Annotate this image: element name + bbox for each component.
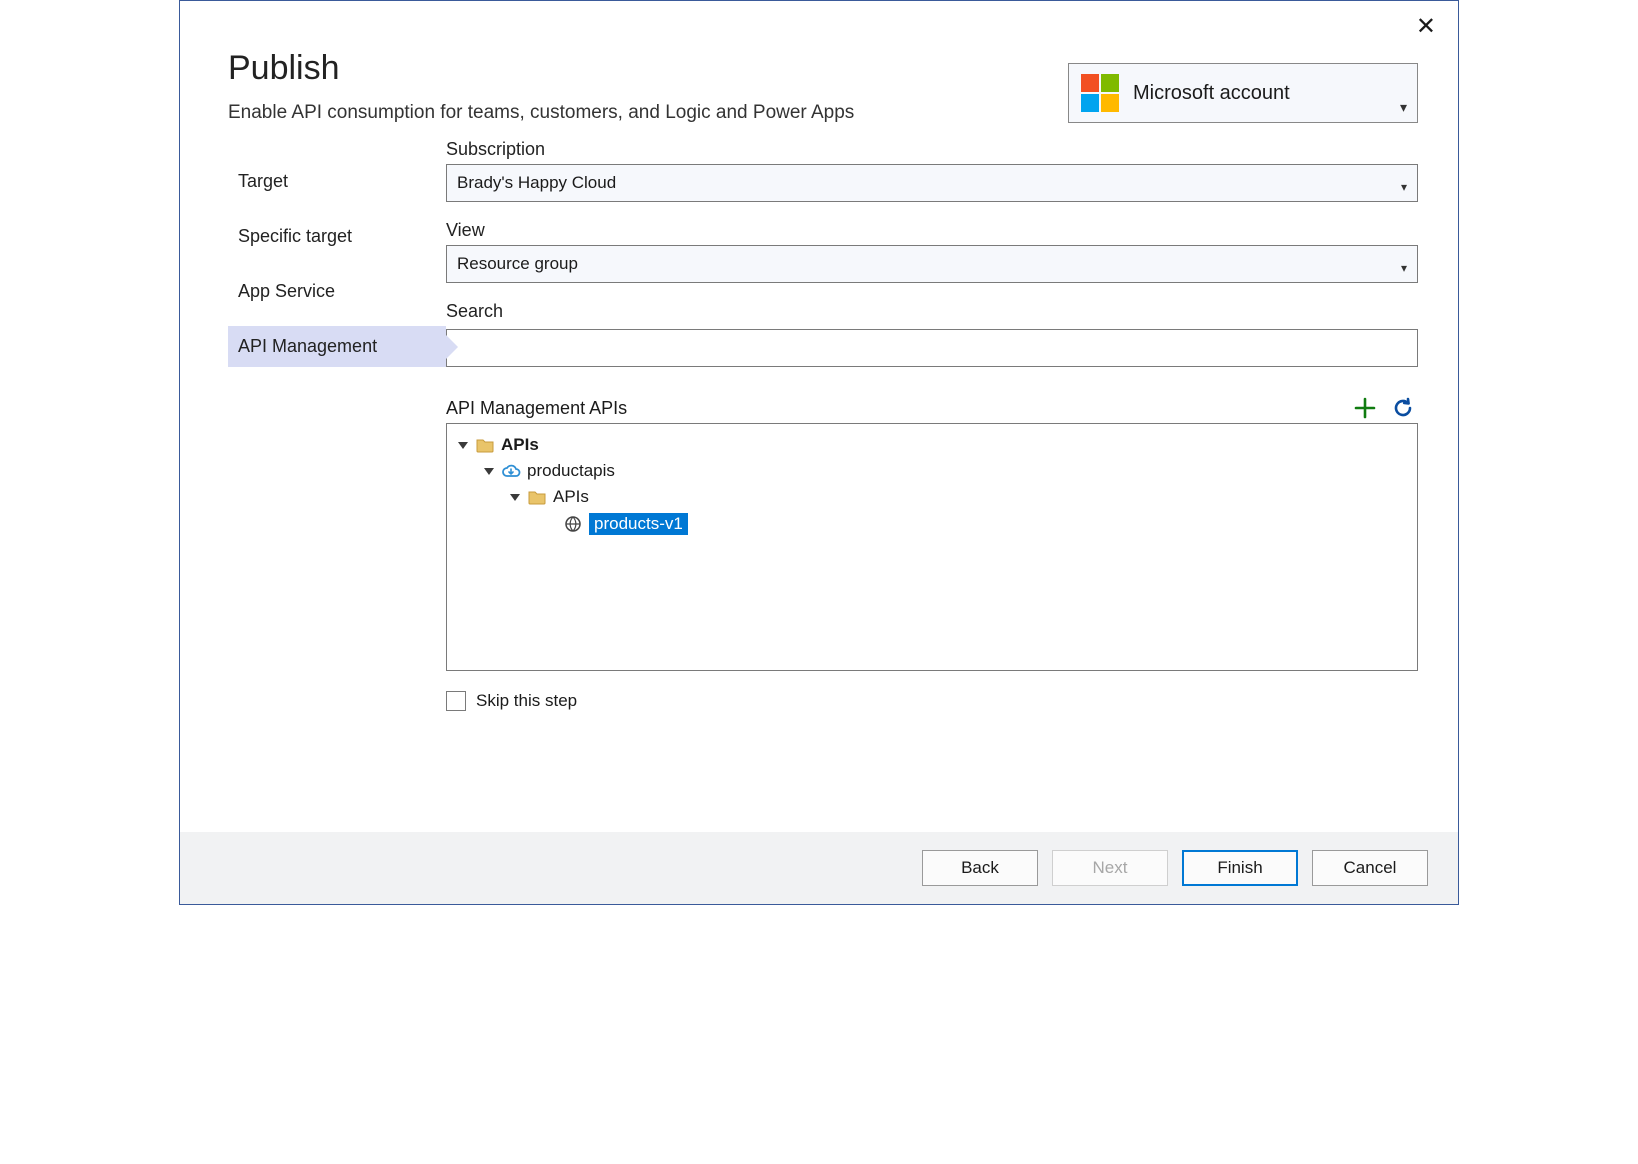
view-group: View Resource group ▾ (446, 220, 1418, 283)
form-area: Subscription Brady's Happy Cloud ▾ View … (446, 139, 1418, 832)
chevron-down-icon: ▾ (1401, 180, 1407, 194)
close-icon[interactable]: ✕ (1416, 15, 1436, 39)
sidebar-item-label: API Management (238, 336, 377, 356)
view-label: View (446, 220, 1418, 241)
expand-arrow-icon[interactable] (481, 463, 497, 479)
expand-arrow-icon[interactable] (507, 489, 523, 505)
skip-label: Skip this step (476, 691, 577, 711)
search-label: Search (446, 301, 1418, 322)
publish-dialog: ✕ Publish Enable API consumption for tea… (179, 0, 1459, 905)
next-button: Next (1052, 850, 1168, 886)
account-label: Microsoft account (1133, 82, 1405, 105)
cloud-icon (501, 461, 521, 481)
chevron-down-icon: ▾ (1400, 99, 1407, 116)
subscription-select[interactable]: Brady's Happy Cloud ▾ (446, 164, 1418, 202)
tree-node-label: APIs (501, 435, 539, 455)
dialog-header: Publish Enable API consumption for teams… (180, 1, 1458, 124)
folder-icon (475, 435, 495, 455)
tree-node-label: APIs (553, 487, 589, 507)
api-tree[interactable]: APIsproductapisAPIsproducts-v1 (446, 423, 1418, 671)
folder-icon (527, 487, 547, 507)
tree-node-label: productapis (527, 461, 615, 481)
tree-node-label: products-v1 (589, 513, 688, 535)
sidebar-item-target[interactable]: Target (228, 161, 446, 202)
finish-button[interactable]: Finish (1182, 850, 1298, 886)
sidebar-item-label: App Service (238, 281, 335, 301)
back-button[interactable]: Back (922, 850, 1038, 886)
plus-icon[interactable] (1354, 397, 1376, 419)
account-selector[interactable]: Microsoft account ▾ (1068, 63, 1418, 123)
dialog-body: Target Specific target App Service API M… (180, 124, 1458, 832)
chevron-down-icon: ▾ (1401, 261, 1407, 275)
dialog-footer: Back Next Finish Cancel (180, 832, 1458, 904)
subscription-label: Subscription (446, 139, 1418, 160)
wizard-steps-sidebar: Target Specific target App Service API M… (228, 139, 446, 832)
skip-checkbox[interactable] (446, 691, 466, 711)
globe-icon (563, 514, 583, 534)
subscription-value: Brady's Happy Cloud (457, 173, 616, 193)
sidebar-item-app-service[interactable]: App Service (228, 271, 446, 312)
expand-arrow-icon[interactable] (455, 437, 471, 453)
apis-header: API Management APIs (446, 397, 1418, 419)
tree-node[interactable]: APIs (453, 432, 1411, 458)
dialog-title: Publish (228, 49, 854, 88)
sidebar-item-label: Target (238, 171, 288, 191)
sidebar-item-api-management[interactable]: API Management (228, 326, 446, 367)
dialog-subtitle: Enable API consumption for teams, custom… (228, 102, 854, 124)
tree-node[interactable]: productapis (453, 458, 1411, 484)
view-select[interactable]: Resource group ▾ (446, 245, 1418, 283)
skip-row: Skip this step (446, 691, 1418, 711)
search-input[interactable] (446, 329, 1418, 367)
subscription-group: Subscription Brady's Happy Cloud ▾ (446, 139, 1418, 202)
tree-node[interactable]: APIs (453, 484, 1411, 510)
search-group: Search (446, 301, 1418, 367)
sidebar-item-specific-target[interactable]: Specific target (228, 216, 446, 257)
api-management-apis-label: API Management APIs (446, 398, 1354, 419)
title-block: Publish Enable API consumption for teams… (228, 49, 854, 124)
microsoft-logo-icon (1081, 74, 1119, 112)
refresh-icon[interactable] (1392, 397, 1414, 419)
sidebar-item-label: Specific target (238, 226, 352, 246)
tree-node[interactable]: products-v1 (453, 510, 1411, 538)
cancel-button[interactable]: Cancel (1312, 850, 1428, 886)
apis-actions (1354, 397, 1414, 419)
expand-arrow-icon (543, 516, 559, 532)
view-value: Resource group (457, 254, 578, 274)
